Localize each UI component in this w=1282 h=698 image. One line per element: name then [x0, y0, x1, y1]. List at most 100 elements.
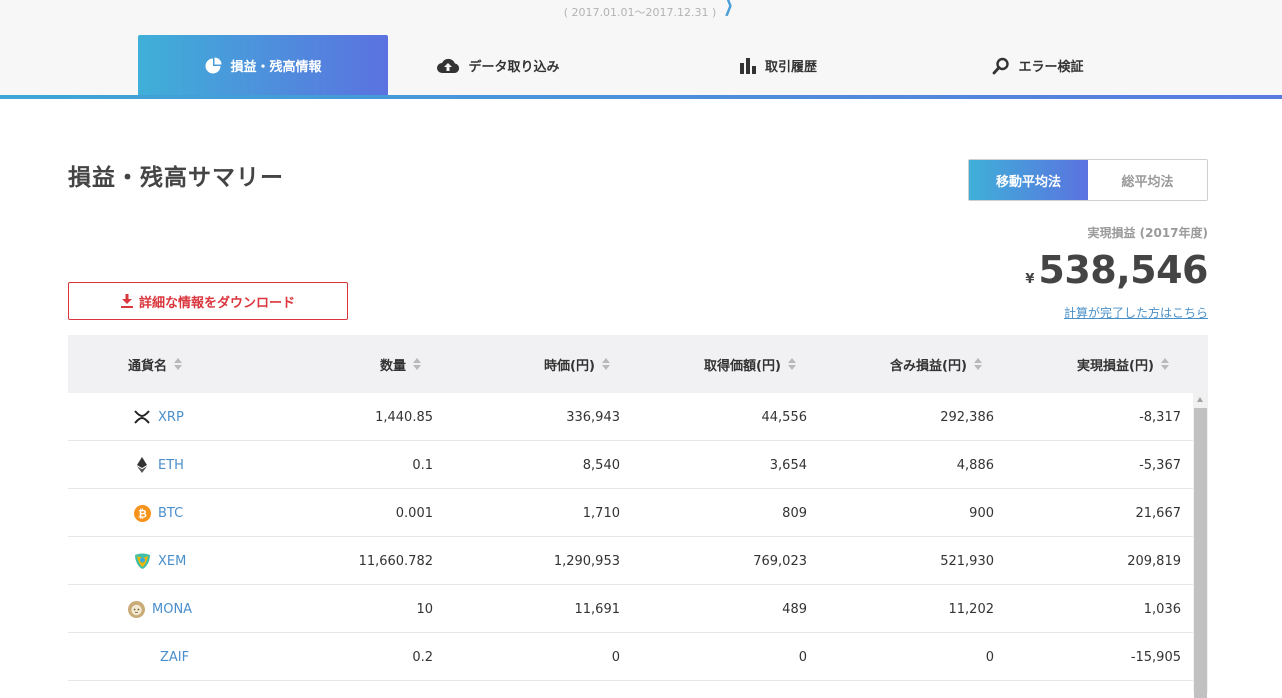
method-toggle: 移動平均法 総平均法	[968, 159, 1208, 201]
cost-cell: 809	[782, 505, 807, 521]
col-acquisition-cost[interactable]: 取得価額(円)	[704, 335, 796, 393]
realized-cell: 21,667	[1135, 505, 1182, 521]
download-label: 詳細な情報をダウンロード	[138, 295, 295, 311]
qty-cell: 1,440.85	[375, 409, 433, 425]
realized-cell: 209,819	[1127, 553, 1181, 569]
period-range: ( 2017.01.01～2017.12.31 )	[563, 6, 717, 19]
market-cell: 8,540	[582, 457, 620, 473]
column-label: 含み損益(円)	[890, 358, 967, 374]
market-cell: 1,290,953	[553, 553, 620, 569]
scroll-thumb[interactable]	[1194, 408, 1207, 698]
qty-cell: 0.001	[395, 505, 433, 521]
table-body: XRP 1,440.85 336,943 44,556 292,386 -8,3…	[68, 393, 1193, 681]
unrealized-cell: 521,930	[940, 553, 994, 569]
page-title: 損益・残高サマリー	[68, 165, 284, 191]
cost-cell: 0	[798, 649, 807, 665]
download-icon	[120, 294, 133, 308]
table-row: ₿ BTC 0.001 1,710 809 900 21,667	[68, 489, 1193, 537]
sort-icon	[973, 358, 982, 370]
coin-cell: XEM	[133, 537, 186, 585]
xrp-icon	[133, 408, 151, 426]
tab-label: 取引履歴	[764, 60, 817, 75]
table-row: XRP 1,440.85 336,943 44,556 292,386 -8,3…	[68, 393, 1193, 441]
market-cell: 336,943	[566, 409, 620, 425]
realized-cell: -15,905	[1130, 649, 1181, 665]
unrealized-cell: 900	[969, 505, 994, 521]
eth-icon	[133, 456, 151, 474]
coin-link[interactable]: ETH	[158, 458, 184, 473]
coin-link[interactable]: XRP	[158, 410, 184, 425]
cloud-upload-icon	[436, 57, 460, 75]
currency-symbol: ¥	[1025, 272, 1035, 287]
cost-cell: 769,023	[753, 553, 807, 569]
tab-trade-history[interactable]: 取引履歴	[668, 35, 888, 96]
column-label: 取得価額(円)	[704, 358, 781, 374]
table-row: XEM 11,660.782 1,290,953 769,023 521,930…	[68, 537, 1193, 585]
table-header: 通貨名 数量 時価(円) 取得価額(円) 含み損益(円) 実現損益(円)	[68, 335, 1208, 393]
market-cell: 1,710	[582, 505, 620, 521]
sort-icon	[174, 358, 183, 370]
column-label: 時価(円)	[544, 358, 595, 374]
coin-cell: ZAIF	[160, 633, 189, 681]
column-label: 数量	[380, 358, 407, 374]
tab-profit-balance[interactable]: 損益・残高情報	[138, 35, 388, 96]
cost-cell: 44,556	[761, 409, 808, 425]
coin-cell: MONA	[127, 585, 192, 633]
realized-profit-amount: ¥ 538,546	[1025, 248, 1208, 292]
bar-chart-icon	[739, 57, 757, 75]
coin-link[interactable]: MONA	[152, 602, 192, 617]
coin-cell: XRP	[133, 393, 184, 441]
col-unrealized-pl[interactable]: 含み損益(円)	[890, 335, 982, 393]
tab-underline	[0, 95, 1282, 99]
mona-icon	[127, 600, 145, 618]
tab-label: 損益・残高情報	[230, 60, 322, 75]
sort-icon	[787, 358, 796, 370]
pie-chart-icon	[204, 57, 222, 75]
svg-text:₿: ₿	[138, 507, 147, 520]
coin-cell: ₿ BTC	[133, 489, 183, 537]
table-scrollbar[interactable]	[1193, 393, 1208, 698]
search-icon	[992, 57, 1010, 75]
table-row: ETH 0.1 8,540 3,654 4,886 -5,367	[68, 441, 1193, 489]
cost-cell: 489	[782, 601, 807, 617]
scroll-up-arrow-icon[interactable]	[1197, 397, 1203, 402]
unrealized-cell: 11,202	[948, 601, 995, 617]
market-cell: 0	[611, 649, 620, 665]
calc-complete-link[interactable]: 計算が完了した方はこちら	[1064, 304, 1208, 321]
col-currency-name[interactable]: 通貨名	[128, 335, 183, 393]
coin-link[interactable]: BTC	[158, 506, 183, 521]
col-quantity[interactable]: 数量	[380, 335, 422, 393]
col-market-value[interactable]: 時価(円)	[544, 335, 610, 393]
tab-data-import[interactable]: データ取り込み	[388, 35, 608, 96]
qty-cell: 0.2	[412, 649, 433, 665]
table-row: ZAIF 0.2 0 0 0 -15,905	[68, 633, 1193, 681]
realized-cell: -5,367	[1139, 457, 1181, 473]
coin-link[interactable]: XEM	[158, 554, 186, 569]
sort-icon	[601, 358, 610, 370]
sort-icon	[413, 358, 422, 370]
realized-amount-value: 538,546	[1038, 248, 1208, 292]
qty-cell: 11,660.782	[358, 553, 433, 569]
realized-cell: 1,036	[1143, 601, 1181, 617]
tab-label: エラー検証	[1018, 60, 1084, 75]
coin-link[interactable]: ZAIF	[160, 650, 189, 665]
realized-cell: -8,317	[1139, 409, 1181, 425]
qty-cell: 0.1	[412, 457, 433, 473]
qty-cell: 10	[416, 601, 433, 617]
download-details-button[interactable]: 詳細な情報をダウンロード	[68, 282, 348, 320]
total-average-button[interactable]: 総平均法	[1088, 160, 1207, 200]
chevron-right-icon[interactable]: ❯	[723, 0, 733, 16]
unrealized-cell: 292,386	[940, 409, 994, 425]
btc-icon: ₿	[133, 504, 151, 522]
unrealized-cell: 0	[985, 649, 994, 665]
xem-icon	[133, 552, 151, 570]
market-cell: 11,691	[574, 601, 621, 617]
cost-cell: 3,654	[769, 457, 807, 473]
col-realized-pl[interactable]: 実現損益(円)	[1077, 335, 1169, 393]
table-row: MONA 10 11,691 489 11,202 1,036	[68, 585, 1193, 633]
realized-profit-label: 実現損益 (2017年度)	[1087, 226, 1208, 240]
moving-average-button[interactable]: 移動平均法	[969, 160, 1088, 200]
sort-icon	[1160, 358, 1169, 370]
unrealized-cell: 4,886	[956, 457, 994, 473]
tab-error-check[interactable]: エラー検証	[928, 35, 1148, 96]
